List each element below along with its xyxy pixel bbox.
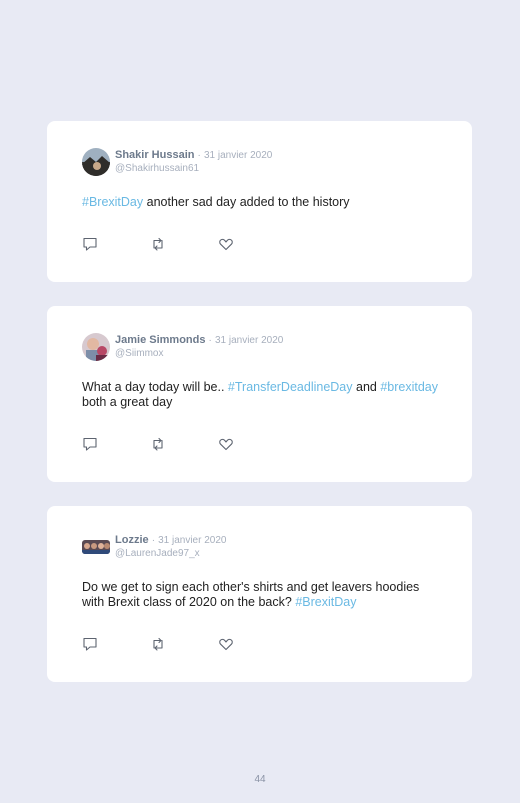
tweet-header: Shakir Hussain · 31 janvier 2020 @Shakir…	[82, 148, 272, 176]
reply-icon[interactable]	[82, 236, 98, 252]
name-line: Shakir Hussain · 31 janvier 2020	[115, 149, 272, 162]
tweet-header: Jamie Simmonds · 31 janvier 2020 @Siimmo…	[82, 333, 283, 361]
hashtag[interactable]: #brexitday	[380, 380, 438, 394]
retweet-icon[interactable]	[150, 436, 166, 452]
author-name[interactable]: Lozzie	[115, 534, 149, 546]
name-line: Jamie Simmonds · 31 janvier 2020	[115, 334, 283, 347]
tweet-card-1: Shakir Hussain · 31 janvier 2020 @Shakir…	[47, 121, 472, 282]
like-icon[interactable]	[218, 236, 234, 252]
tweet-date: 31 janvier 2020	[214, 335, 284, 346]
hashtag[interactable]: #TransferDeadlineDay	[228, 380, 353, 394]
retweet-icon[interactable]	[150, 636, 166, 652]
tweet-header: Lozzie · 31 janvier 2020 @LaurenJade97_x	[82, 533, 226, 561]
tweet-text-segment: and	[352, 380, 381, 394]
author-handle[interactable]: @Shakirhussain61	[115, 162, 272, 175]
retweet-icon[interactable]	[150, 236, 166, 252]
tweet-card-3: Lozzie · 31 janvier 2020 @LaurenJade97_x…	[47, 506, 472, 682]
author-meta: Lozzie · 31 janvier 2020 @LaurenJade97_x	[115, 534, 226, 560]
tweet-text-segment: Do we get to sign each other's shirts an…	[82, 580, 420, 609]
avatar[interactable]	[82, 148, 110, 176]
author-name[interactable]: Shakir Hussain	[115, 149, 194, 161]
avatar[interactable]	[82, 333, 110, 361]
avatar[interactable]	[82, 540, 110, 554]
tweet-text: What a day today will be.. #TransferDead…	[82, 380, 442, 410]
reply-icon[interactable]	[82, 436, 98, 452]
page-number: 44	[254, 774, 266, 785]
author-name[interactable]: Jamie Simmonds	[115, 334, 205, 346]
hashtag[interactable]: #BrexitDay	[82, 195, 143, 209]
tweet-date: 31 janvier 2020	[203, 150, 273, 161]
hashtag[interactable]: #BrexitDay	[295, 595, 356, 609]
tweet-text-segment: another sad day added to the history	[143, 195, 350, 209]
author-handle[interactable]: @Siimmox	[115, 347, 283, 360]
tweet-text: #BrexitDay another sad day added to the …	[82, 195, 442, 210]
like-icon[interactable]	[218, 636, 234, 652]
separator: ·	[197, 150, 201, 161]
separator: ·	[151, 535, 156, 546]
author-meta: Jamie Simmonds · 31 janvier 2020 @Siimmo…	[115, 334, 283, 360]
separator: ·	[208, 335, 212, 346]
tweet-card-2: Jamie Simmonds · 31 janvier 2020 @Siimmo…	[47, 306, 472, 482]
tweet-actions	[82, 636, 234, 652]
tweet-date: 31 janvier 2020	[158, 535, 227, 546]
tweet-actions	[82, 236, 234, 252]
reply-icon[interactable]	[82, 636, 98, 652]
tweet-text: Do we get to sign each other's shirts an…	[82, 580, 442, 610]
tweet-actions	[82, 436, 234, 452]
like-icon[interactable]	[218, 436, 234, 452]
tweet-text-segment: both a great day	[82, 395, 173, 409]
author-handle[interactable]: @LaurenJade97_x	[115, 547, 226, 560]
tweet-text-segment: What a day today will be..	[82, 380, 228, 394]
author-meta: Shakir Hussain · 31 janvier 2020 @Shakir…	[115, 149, 272, 175]
name-line: Lozzie · 31 janvier 2020	[115, 534, 226, 547]
